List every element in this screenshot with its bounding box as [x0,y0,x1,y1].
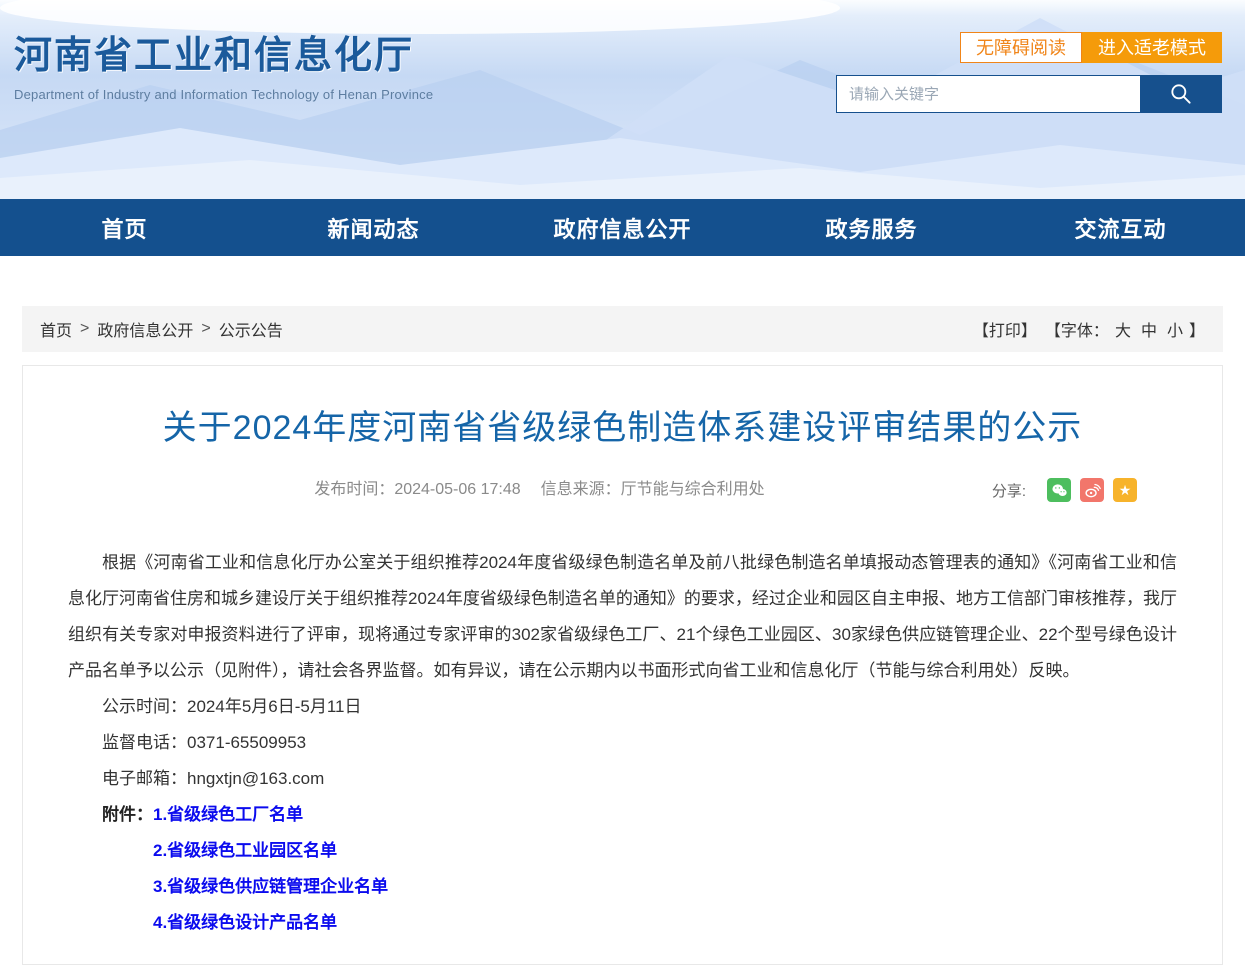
nav-item-interaction[interactable]: 交流互动 [996,199,1245,256]
email-line: 电子邮箱：hngxtjn@163.com [68,761,1177,797]
breadcrumb-gov-info[interactable]: 政府信息公开 [97,317,193,341]
breadcrumb-announcements[interactable]: 公示公告 [219,317,283,341]
print-button[interactable]: 【打印】 [973,317,1037,341]
site-title-english: Department of Industry and Information T… [14,87,433,102]
share-box: 分享: ★ [992,478,1137,502]
font-size-label: 【字体： [1045,317,1109,341]
attachment-link-industrial-parks[interactable]: 2.省级绿色工业园区名单 [153,841,337,860]
publish-time-label: 发布时间： [314,481,394,498]
nav-item-services[interactable]: 政务服务 [747,199,996,256]
attachments-label: 附件： [102,805,153,824]
accessibility-reading-button[interactable]: 无障碍阅读 [960,32,1082,63]
publish-time-value: 2024-05-06 17:48 [394,481,520,498]
main-navigation: 首页 新闻动态 政府信息公开 政务服务 交流互动 [0,199,1245,256]
font-size-small[interactable]: 小 [1167,317,1183,341]
attachment-row: 3.省级绿色供应链管理企业名单 [68,869,1177,905]
breadcrumb-separator: > [80,320,89,338]
attachment-link-green-factories[interactable]: 1.省级绿色工厂名单 [153,805,303,824]
font-size-label-close: 】 [1189,317,1205,341]
font-size-medium[interactable]: 中 [1141,317,1157,341]
nav-item-gov-info[interactable]: 政府信息公开 [498,199,747,256]
attachments-row: 附件：1.省级绿色工厂名单 [68,797,1177,833]
site-banner: 河南省工业和信息化厅 Department of Industry and In… [0,0,1245,199]
site-search [836,75,1222,113]
search-input[interactable] [836,75,1140,113]
search-icon [1168,81,1194,107]
article-body: 根据《河南省工业和信息化厅办公室关于组织推荐2024年度省级绿色制造名单及前八批… [68,545,1177,941]
elder-mode-button[interactable]: 进入适老模式 [1082,32,1222,63]
font-size-large[interactable]: 大 [1115,317,1131,341]
attachment-link-green-design[interactable]: 4.省级绿色设计产品名单 [153,913,337,932]
breadcrumb: 首页 > 政府信息公开 > 公示公告 [40,317,283,341]
wechat-share-icon[interactable] [1047,478,1071,502]
site-title: 河南省工业和信息化厅 [14,24,433,79]
attachment-link-supply-chain[interactable]: 3.省级绿色供应链管理企业名单 [153,877,388,896]
nav-item-news[interactable]: 新闻动态 [249,199,498,256]
publicity-period-line: 公示时间：2024年5月6日-5月11日 [68,689,1177,725]
favorite-share-icon[interactable]: ★ [1113,478,1137,502]
breadcrumb-bar: 首页 > 政府信息公开 > 公示公告 【打印】 【字体： 大 中 小 】 [22,306,1223,352]
share-label: 分享: [992,480,1026,501]
article-meta-row: 发布时间：2024-05-06 17:48 信息来源：厅节能与综合利用处 分享: [68,475,1177,505]
article-card: 关于2024年度河南省省级绿色制造体系建设评审结果的公示 发布时间：2024-0… [22,365,1223,965]
supervision-phone-line: 监督电话：0371-65509953 [68,725,1177,761]
nav-item-home[interactable]: 首页 [0,199,249,256]
page-tools: 【打印】 【字体： 大 中 小 】 [973,317,1205,341]
source-label: 信息来源： [541,481,621,498]
attachment-row: 2.省级绿色工业园区名单 [68,833,1177,869]
source-value: 厅节能与综合利用处 [621,481,765,498]
search-button[interactable] [1140,75,1222,113]
article-title: 关于2024年度河南省省级绿色制造体系建设评审结果的公示 [68,400,1177,449]
breadcrumb-separator: > [201,320,210,338]
site-logo: 河南省工业和信息化厅 Department of Industry and In… [14,24,433,102]
header-mode-buttons: 无障碍阅读 进入适老模式 [960,32,1222,63]
weibo-share-icon[interactable] [1080,478,1104,502]
breadcrumb-home[interactable]: 首页 [40,317,72,341]
article-paragraph: 根据《河南省工业和信息化厅办公室关于组织推荐2024年度省级绿色制造名单及前八批… [68,545,1177,689]
attachment-row: 4.省级绿色设计产品名单 [68,905,1177,941]
